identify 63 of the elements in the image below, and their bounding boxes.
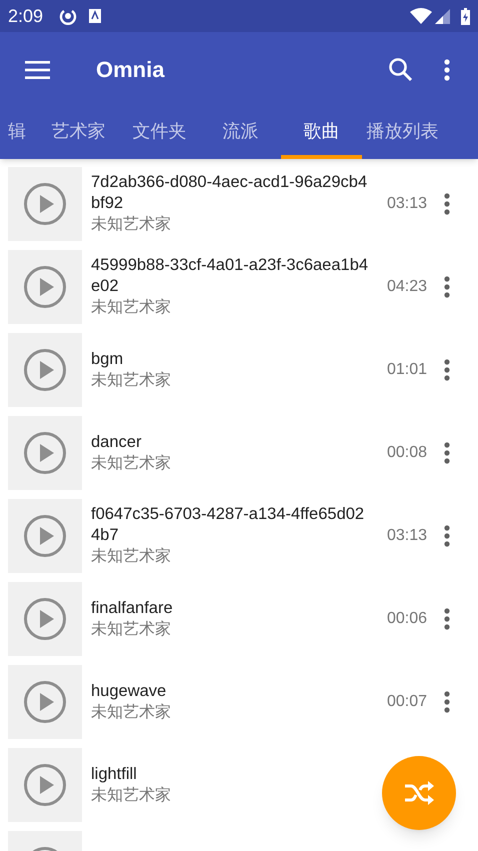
tab[interactable]: 文件夹 [119,107,200,159]
search-icon [388,57,412,82]
tab[interactable]: 艺术家 [38,107,119,159]
menu-icon [24,60,50,78]
song-artist: 未知艺术家 [91,370,172,390]
song-artist: 未知艺术家 [91,620,172,640]
more-icon[interactable] [444,691,450,713]
song-title: bgm [91,348,124,370]
wifi-icon [410,8,432,24]
song-duration: 03:13 [386,526,427,546]
app-title: Omnia [96,56,164,84]
song-duration: 01:01 [386,360,427,380]
more-icon[interactable] [444,442,450,464]
tab[interactable]: 辑 [0,107,38,159]
song-duration: 03:13 [386,194,427,214]
sync-icon [59,7,78,25]
song-row[interactable]: f0647c35-6703-4287-a134-4ffe65d024b7 未知艺术家 03:13 [0,499,478,573]
play-icon [23,265,67,309]
more-icon[interactable] [444,525,450,547]
play-icon [23,763,67,807]
more-icon[interactable] [444,359,450,381]
song-row[interactable]: finalfanfare 未知艺术家 00:06 [0,582,478,656]
play-icon [23,182,67,226]
song-row[interactable]: 7d2ab366-d080-4aec-acd1-96a29cb4bf92 未知艺术家 03:13 [0,167,478,241]
more-icon[interactable] [444,193,450,215]
song-artist: 未知艺术家 [91,214,172,235]
song-title: 45999b88-33cf-4a01-a23f-3c6aea1b4e02 [91,255,370,297]
song-row[interactable]: hugewave 未知艺术家 00:07 [0,665,478,739]
song-row[interactable]: lightfill 未知艺术家 [0,748,478,822]
play-icon [23,597,67,641]
song-title: 7d2ab366-d080-4aec-acd1-96a29cb4bf92 [91,172,368,214]
signal-icon [435,8,450,24]
song-title: dancer [91,432,142,452]
play-icon [23,514,67,558]
more-icon[interactable] [444,58,450,80]
song-row[interactable]: dancer 未知艺术家 00:08 [0,416,478,490]
battery-icon [461,8,470,24]
song-artist: 未知艺术家 [91,298,172,318]
song-duration: 00:08 [386,443,427,463]
more-icon[interactable] [444,608,450,630]
song-artist: 未知艺术家 [91,454,172,474]
tab[interactable]: 播放列表 [362,107,443,159]
song-duration: 00:06 [386,609,427,629]
song-title: f0647c35-6703-4287-a134-4ffe65d024b7 [91,504,366,546]
play-icon [23,348,67,392]
song-row[interactable]: bgm 未知艺术家 01:01 [0,333,478,407]
tab[interactable]: 流派 [200,107,281,159]
play-icon [23,431,67,475]
song-title: finalfanfare [91,598,174,618]
song-artist: 未知艺术家 [91,546,172,567]
song-duration: 00:07 [386,692,427,712]
song-artist: 未知艺术家 [91,702,172,722]
play-icon [23,680,67,724]
song-title: lightfill [91,764,138,784]
song-duration: 04:23 [386,277,427,297]
song-row[interactable]: 45999b88-33cf-4a01-a23f-3c6aea1b4e02 未知艺术家 04:23 [0,250,478,324]
song-artist: 未知艺术家 [91,786,172,806]
keyboard-icon [89,9,102,23]
song-title: hugewave [91,680,168,702]
tab[interactable]: 歌曲 [281,107,362,159]
status-time: 2:09 [8,4,44,28]
more-icon[interactable] [444,276,450,298]
shuffle-icon [403,779,435,807]
